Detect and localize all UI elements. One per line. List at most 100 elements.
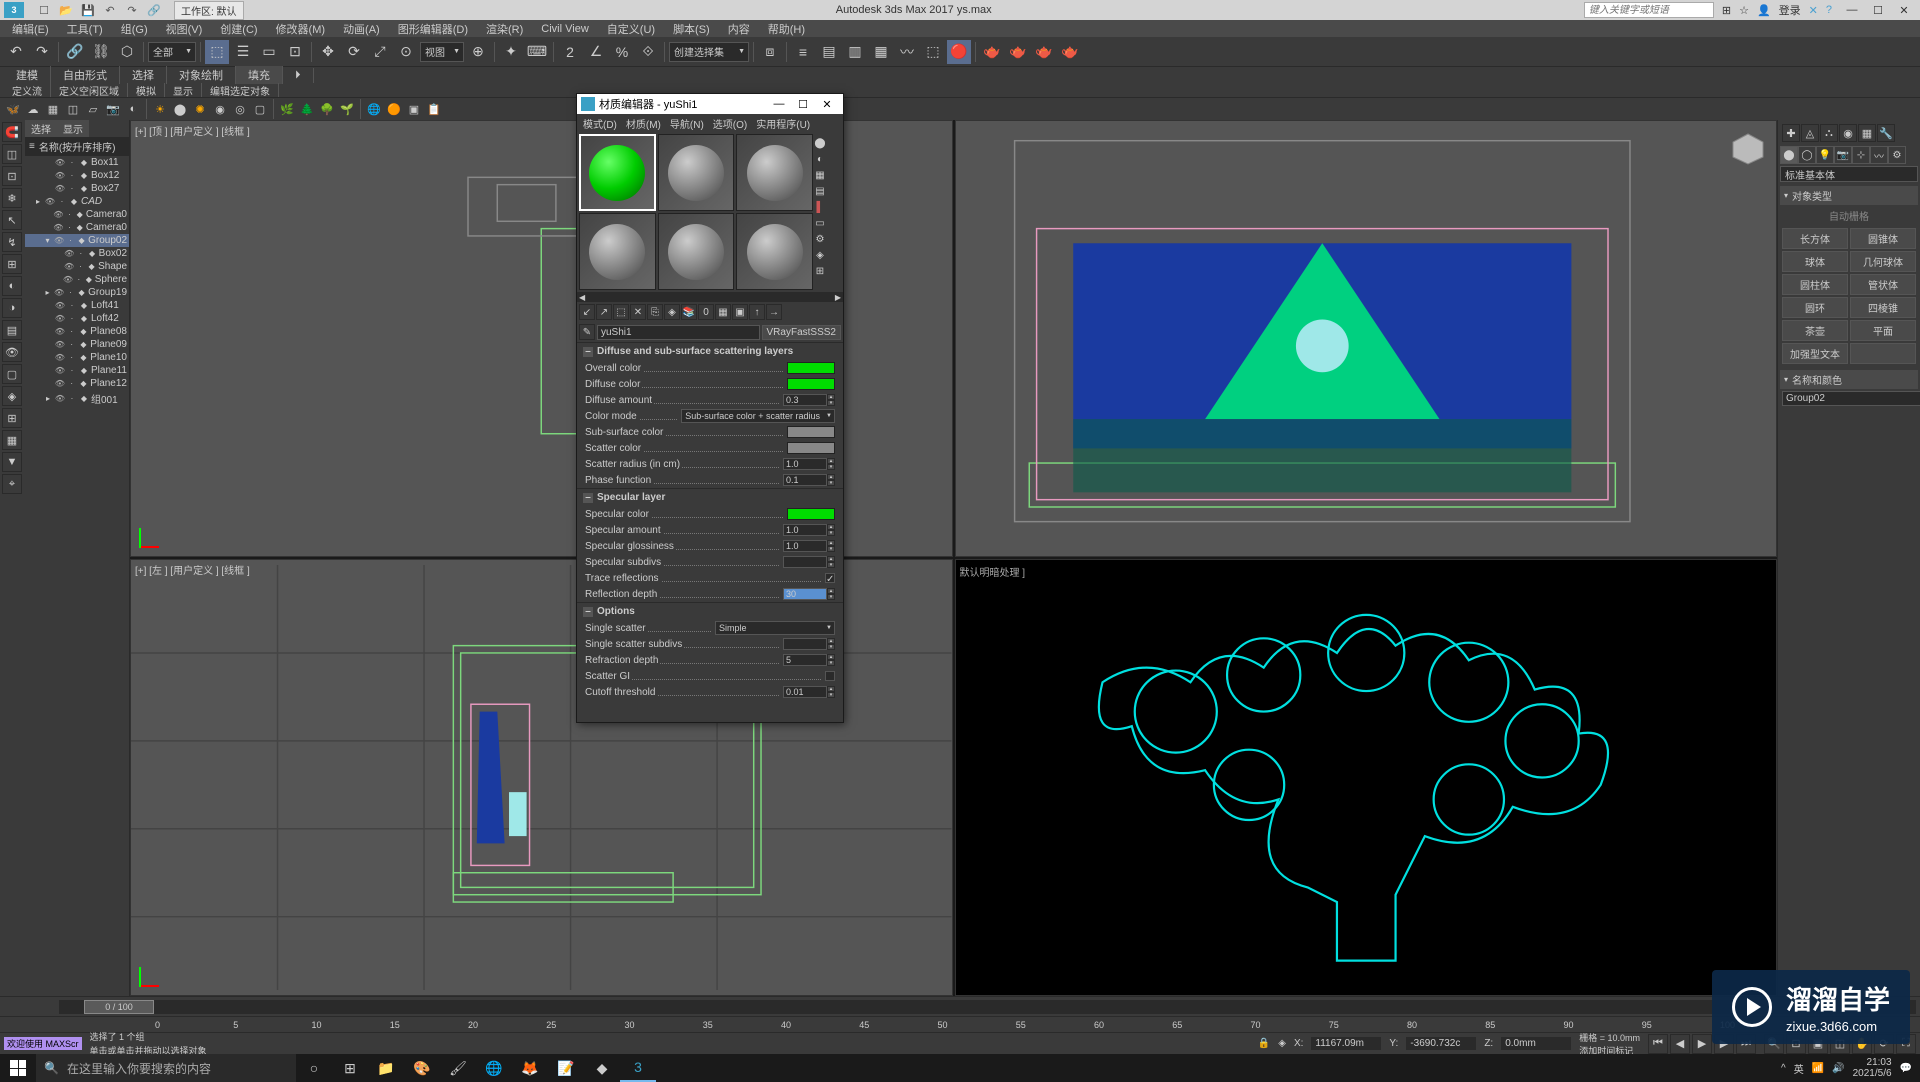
freeze-icon[interactable]: ·	[66, 236, 75, 246]
redo-icon[interactable]: ↷	[124, 2, 140, 18]
spin-down-icon[interactable]: ▾	[827, 464, 835, 470]
sun-icon[interactable]: ☀	[151, 100, 169, 118]
globe2-icon[interactable]: 🟠	[385, 100, 403, 118]
visibility-icon[interactable]: 👁	[63, 275, 73, 285]
outliner-item[interactable]: 👁·◆Box27	[25, 182, 129, 195]
visibility-icon[interactable]: 👁	[55, 314, 65, 324]
me-close-button[interactable]: ✕	[815, 96, 839, 112]
rotate-button[interactable]: ⟳	[342, 40, 366, 64]
named-selection-sets[interactable]: 创建选择集	[669, 42, 749, 62]
grid-toggle-icon[interactable]: ◈	[1278, 1038, 1286, 1049]
me-go-forward-icon[interactable]: →	[766, 304, 782, 320]
menu-create[interactable]: 创建(C)	[212, 20, 265, 38]
render-region-icon[interactable]: ▣	[405, 100, 423, 118]
me-name-input[interactable]	[597, 325, 760, 340]
me-menu-modes[interactable]: 模式(D)	[579, 115, 621, 132]
app4-icon[interactable]: ◆	[584, 1054, 620, 1082]
login-label[interactable]: 登录	[1779, 2, 1801, 18]
primitive-button[interactable]: 圆锥体	[1850, 228, 1916, 249]
time-slider-handle[interactable]: 0 / 100	[84, 1000, 154, 1014]
maximize-button[interactable]: ☐	[1866, 2, 1890, 18]
window-crossing-button[interactable]: ⊡	[283, 40, 307, 64]
lt-unhide-icon[interactable]: ◑	[2, 298, 22, 318]
menu-modifiers[interactable]: 修改器(M)	[268, 20, 334, 38]
outliner-tab-display[interactable]: 显示	[57, 120, 89, 137]
visibility-icon[interactable]: 👁	[55, 394, 65, 404]
menu-help[interactable]: 帮助(H)	[760, 20, 813, 38]
tree2-icon[interactable]: 🌲	[298, 100, 316, 118]
color-swatch[interactable]	[787, 426, 835, 438]
me-show-map-icon[interactable]: ▦	[715, 304, 731, 320]
freeze-icon[interactable]: ·	[67, 353, 77, 363]
cortana-icon[interactable]: ○	[296, 1054, 332, 1082]
menu-animation[interactable]: 动画(A)	[335, 20, 388, 38]
app2-icon[interactable]: 🖌	[440, 1054, 476, 1082]
render-setup-button[interactable]: 🫖	[980, 40, 1004, 64]
param-dropdown[interactable]: Simple	[715, 621, 835, 635]
volume-icon[interactable]: 🔊	[1832, 1063, 1844, 1074]
lt-select-icon[interactable]: ↖	[2, 210, 22, 230]
freeze-icon[interactable]: ·	[65, 223, 73, 233]
spinner-input[interactable]: 30	[783, 588, 827, 600]
align-button[interactable]: ≡	[791, 40, 815, 64]
menu-group[interactable]: 组(G)	[113, 20, 156, 38]
clipboard-icon[interactable]: 📋	[425, 100, 443, 118]
area-light-icon[interactable]: ▢	[251, 100, 269, 118]
visibility-icon[interactable]: 👁	[54, 288, 64, 298]
cat-cameras-icon[interactable]: 📷	[1834, 146, 1852, 164]
lt-full-icon[interactable]: ▢	[2, 364, 22, 384]
curve-editor-button[interactable]: 〰	[895, 40, 919, 64]
color-swatch[interactable]	[787, 508, 835, 520]
lt-magnet-icon[interactable]: 🧲	[2, 122, 22, 142]
lt-animlayer-icon[interactable]: ▦	[2, 430, 22, 450]
spinner-input[interactable]: 1.0	[783, 540, 827, 552]
section-object-type[interactable]: 对象类型	[1780, 186, 1918, 205]
subtab-2[interactable]: 模拟	[128, 83, 165, 97]
target-light-icon[interactable]: ◎	[231, 100, 249, 118]
freeze-icon[interactable]: ·	[67, 366, 77, 376]
visibility-icon[interactable]: 👁	[55, 171, 65, 181]
tab-selection[interactable]: 选择	[120, 66, 167, 84]
help-icon[interactable]: ?	[1826, 4, 1832, 16]
cp-motion-icon[interactable]: ◉	[1839, 124, 1857, 142]
outliner-header[interactable]: ≡ 名称(按升序排序)	[25, 137, 129, 156]
freeze-icon[interactable]: ·	[66, 288, 75, 298]
plane-icon[interactable]: ▱	[84, 100, 102, 118]
freeze-icon[interactable]: ·	[75, 275, 83, 285]
spin-down-icon[interactable]: ▾	[827, 594, 835, 600]
cat-systems-icon[interactable]: ⚙	[1888, 146, 1906, 164]
lt-pick-icon[interactable]: ⌖	[2, 474, 22, 494]
visibility-icon[interactable]: 👁	[64, 249, 74, 259]
me-preview-icon[interactable]: ▭	[813, 216, 827, 230]
visibility-icon[interactable]: 👁	[55, 353, 65, 363]
menu-customize[interactable]: 自定义(U)	[599, 20, 663, 38]
outliner-item[interactable]: 👁·◆Plane12	[25, 377, 129, 390]
freeze-icon[interactable]: ·	[65, 210, 73, 220]
butterfly-icon[interactable]: 🦋	[4, 100, 22, 118]
outliner-item[interactable]: 👁·◆Plane09	[25, 338, 129, 351]
app3-icon[interactable]: 📝	[548, 1054, 584, 1082]
me-menu-options[interactable]: 选项(O)	[709, 115, 751, 132]
redo-button[interactable]: ↷	[30, 40, 54, 64]
mirror-button[interactable]: ⧈	[758, 40, 782, 64]
object-name-input[interactable]	[1782, 391, 1920, 406]
taskbar-search[interactable]: 🔍 在这里输入你要搜索的内容	[36, 1054, 296, 1082]
snap-angle-button[interactable]: ∠	[584, 40, 608, 64]
lt-diamond-icon[interactable]: ◈	[2, 386, 22, 406]
spinner-input[interactable]	[783, 638, 827, 650]
me-assign-icon[interactable]: ⬚	[613, 304, 629, 320]
me-options-icon[interactable]: ⚙	[813, 232, 827, 246]
tree3-icon[interactable]: 🌳	[318, 100, 336, 118]
timeline-ruler[interactable]: 0510152025303540455055606570758085909510…	[0, 1016, 1920, 1032]
task-view-icon[interactable]: ⊞	[332, 1054, 368, 1082]
outliner-item[interactable]: 👁·◆Box02	[25, 247, 129, 260]
layer-explorer-button[interactable]: ▥	[843, 40, 867, 64]
spinner-input[interactable]: 0.3	[783, 394, 827, 406]
me-slot-3[interactable]	[579, 213, 656, 290]
me-menu-utilities[interactable]: 实用程序(U)	[752, 115, 814, 132]
me-slot-2[interactable]	[736, 134, 813, 211]
freeze-icon[interactable]: ·	[67, 394, 77, 404]
me-make-unique-icon[interactable]: ◈	[664, 304, 680, 320]
camera-icon[interactable]: 📷	[104, 100, 122, 118]
snap-percent-button[interactable]: %	[610, 40, 634, 64]
